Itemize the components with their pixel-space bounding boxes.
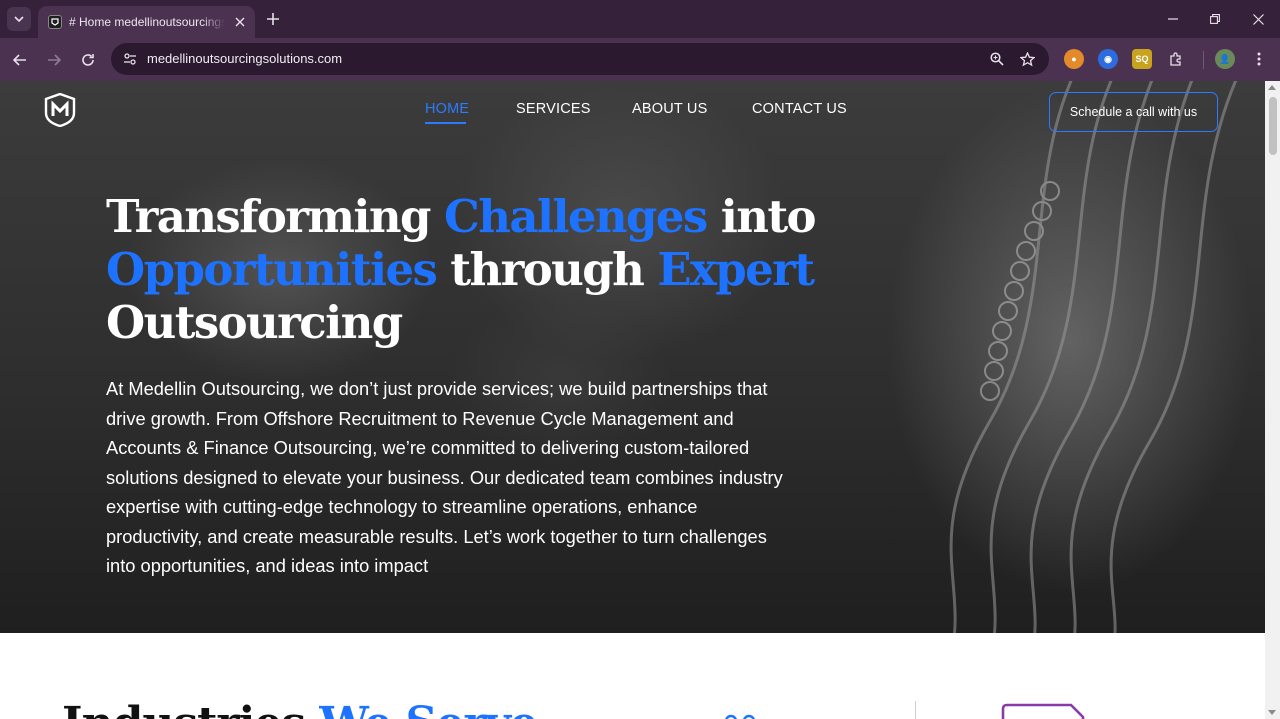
nav-services[interactable]: SERVICES	[516, 101, 591, 117]
menu-kebab-icon[interactable]	[1249, 49, 1269, 69]
hero-section: HOME SERVICES ABOUT US CONTACT US Schedu…	[0, 81, 1265, 633]
industry-divider	[915, 701, 916, 719]
scrollbar-thumb[interactable]	[1269, 97, 1277, 155]
browser-tab-strip: # Home medellinoutsourcingsolutions.com	[0, 0, 1280, 38]
browser-toolbar: medellinoutsourcingsolutions.com ● ◉ SQ …	[0, 38, 1280, 81]
hero-background-image	[949, 81, 1238, 633]
hero-intro-paragraph: At Medellin Outsourcing, we don’t just p…	[106, 378, 783, 576]
tab-close-icon[interactable]	[232, 14, 248, 30]
industries-heading-highlight: We Serve	[319, 698, 538, 719]
schedule-call-button[interactable]: Schedule a call with us	[1049, 92, 1218, 132]
forward-arrow-icon[interactable]	[42, 48, 66, 72]
headline-word: through	[450, 243, 645, 296]
industry-icon	[1001, 703, 1085, 719]
scroll-down-arrow-icon[interactable]	[1268, 710, 1276, 715]
chevron-down-icon	[14, 16, 24, 22]
extension-fox-icon[interactable]: ●	[1064, 49, 1084, 69]
zoom-icon[interactable]	[987, 49, 1007, 69]
headline-word: Transforming	[106, 190, 432, 243]
site-favicon-icon	[48, 15, 62, 29]
nav-home[interactable]: HOME	[425, 101, 469, 117]
reload-icon[interactable]	[76, 48, 100, 72]
tab-search-button[interactable]	[7, 7, 31, 31]
nav-contact-us[interactable]: CONTACT US	[752, 101, 847, 117]
restore-icon[interactable]	[1205, 9, 1225, 29]
extension-seo-icon[interactable]: SQ	[1132, 49, 1152, 69]
address-bar[interactable]: medellinoutsourcingsolutions.com	[111, 43, 1049, 75]
headline-highlight: Expert	[657, 243, 815, 296]
minimize-icon[interactable]	[1163, 9, 1183, 29]
profile-avatar[interactable]: 👤	[1215, 49, 1235, 69]
url-text[interactable]: medellinoutsourcingsolutions.com	[147, 51, 342, 66]
headline-word: into	[720, 190, 817, 243]
nav-about-us[interactable]: ABOUT US	[632, 101, 707, 117]
industry-icon	[725, 714, 755, 719]
page-scrollbar[interactable]	[1265, 81, 1280, 719]
web-page: HOME SERVICES ABOUT US CONTACT US Schedu…	[0, 81, 1265, 719]
back-arrow-icon[interactable]	[8, 48, 32, 72]
extensions-puzzle-icon[interactable]	[1166, 49, 1186, 69]
site-info-icon[interactable]	[119, 48, 141, 70]
new-tab-plus-icon[interactable]	[263, 9, 283, 29]
tab-title: # Home medellinoutsourcingsolutions.com	[69, 15, 225, 29]
site-logo[interactable]	[44, 93, 76, 127]
close-window-icon[interactable]	[1248, 9, 1268, 29]
bookmark-star-icon[interactable]	[1017, 49, 1037, 69]
headline-highlight: Opportunities	[106, 243, 438, 296]
hero-headline: Transforming Challenges into Opportuniti…	[106, 190, 826, 349]
nav-active-underline	[425, 122, 466, 124]
toolbar-separator	[1203, 51, 1204, 69]
industries-heading: Industries We Serve	[62, 698, 538, 719]
extension-blue-icon[interactable]: ◉	[1098, 49, 1118, 69]
industries-heading-prefix: Industries	[62, 698, 306, 719]
browser-tab-active[interactable]: # Home medellinoutsourcingsolutions.com	[38, 6, 255, 38]
headline-highlight: Challenges	[443, 190, 708, 243]
headline-word: Outsourcing	[106, 296, 403, 349]
scroll-up-arrow-icon[interactable]	[1268, 85, 1276, 90]
